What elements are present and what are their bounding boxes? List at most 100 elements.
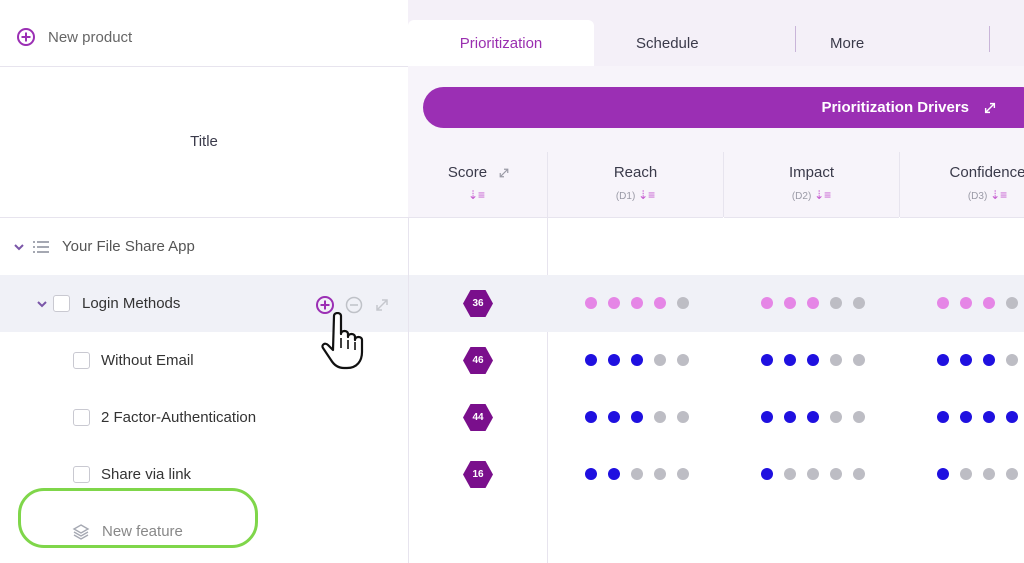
rating-dot[interactable] bbox=[631, 297, 643, 309]
rating-dot[interactable] bbox=[677, 468, 689, 480]
expand-icon[interactable] bbox=[983, 101, 997, 115]
sort-icon[interactable]: ⇣≡ bbox=[990, 188, 1007, 202]
rating-dot[interactable] bbox=[761, 411, 773, 423]
rating-dot[interactable] bbox=[631, 468, 643, 480]
rating-impact[interactable] bbox=[761, 354, 865, 366]
rating-dot[interactable] bbox=[983, 468, 995, 480]
rating-dot[interactable] bbox=[677, 411, 689, 423]
rating-dot[interactable] bbox=[937, 468, 949, 480]
rating-dot[interactable] bbox=[830, 411, 842, 423]
column-name: Confidence bbox=[949, 164, 1024, 181]
rating-dot[interactable] bbox=[677, 297, 689, 309]
expand-icon[interactable] bbox=[498, 167, 510, 179]
rating-reach[interactable] bbox=[585, 297, 689, 309]
rating-dot[interactable] bbox=[761, 297, 773, 309]
rating-dot[interactable] bbox=[983, 354, 995, 366]
rating-dot[interactable] bbox=[761, 354, 773, 366]
rating-dot[interactable] bbox=[585, 411, 597, 423]
prioritization-drivers-bar[interactable]: Prioritization Drivers bbox=[423, 87, 1024, 128]
rating-confidence[interactable] bbox=[937, 411, 1024, 423]
rating-dot[interactable] bbox=[654, 468, 666, 480]
rating-dot[interactable] bbox=[677, 354, 689, 366]
rating-dot[interactable] bbox=[960, 468, 972, 480]
column-header-impact[interactable]: Impact (D2) ⇣≡ bbox=[724, 152, 899, 218]
tab-label: Prioritization bbox=[459, 34, 543, 52]
column-header-reach[interactable]: Reach (D1) ⇣≡ bbox=[548, 152, 723, 218]
rating-dot[interactable] bbox=[784, 411, 796, 423]
rating-dot[interactable] bbox=[983, 297, 995, 309]
row-checkbox[interactable] bbox=[73, 409, 90, 426]
rating-dot[interactable] bbox=[830, 354, 842, 366]
column-header-score[interactable]: Score ⇣≡ bbox=[408, 152, 547, 218]
rating-dot[interactable] bbox=[608, 411, 620, 423]
rating-confidence[interactable] bbox=[937, 297, 1024, 309]
sort-icon[interactable]: ⇣≡ bbox=[814, 188, 831, 202]
drivers-bar-label: Prioritization Drivers bbox=[821, 99, 969, 116]
expand-icon[interactable] bbox=[374, 297, 390, 313]
rating-dot[interactable] bbox=[960, 354, 972, 366]
rating-dot[interactable] bbox=[960, 297, 972, 309]
sort-icon[interactable]: ⇣≡ bbox=[468, 188, 485, 202]
rating-dot[interactable] bbox=[784, 468, 796, 480]
rating-dot[interactable] bbox=[853, 411, 865, 423]
rating-dot[interactable] bbox=[853, 354, 865, 366]
rating-dot[interactable] bbox=[1006, 354, 1018, 366]
group-row[interactable]: Your File Share App bbox=[0, 218, 408, 275]
rating-dot[interactable] bbox=[807, 297, 819, 309]
column-header-confidence[interactable]: Confidence (D3) ⇣≡ bbox=[900, 152, 1024, 218]
rating-dot[interactable] bbox=[937, 411, 949, 423]
rating-impact[interactable] bbox=[761, 468, 865, 480]
chevron-down-icon[interactable] bbox=[13, 241, 25, 253]
rating-dot[interactable] bbox=[937, 297, 949, 309]
rating-dot[interactable] bbox=[585, 354, 597, 366]
rating-dot[interactable] bbox=[631, 411, 643, 423]
rating-dot[interactable] bbox=[830, 297, 842, 309]
row-checkbox[interactable] bbox=[73, 466, 90, 483]
rating-dot[interactable] bbox=[960, 411, 972, 423]
rating-confidence[interactable] bbox=[937, 354, 1024, 366]
list-item[interactable]: 2 Factor-Authentication bbox=[0, 389, 408, 446]
rating-dot[interactable] bbox=[830, 468, 842, 480]
rating-dot[interactable] bbox=[585, 468, 597, 480]
tab-prioritization[interactable]: Prioritization bbox=[408, 20, 594, 66]
tab-divider bbox=[989, 26, 990, 52]
item-label: 2 Factor-Authentication bbox=[101, 409, 257, 426]
rating-dot[interactable] bbox=[1006, 411, 1018, 423]
rating-dot[interactable] bbox=[937, 354, 949, 366]
rating-dot[interactable] bbox=[654, 411, 666, 423]
row-checkbox[interactable] bbox=[53, 295, 70, 312]
rating-dot[interactable] bbox=[1006, 468, 1018, 480]
rating-dot[interactable] bbox=[807, 411, 819, 423]
row-checkbox[interactable] bbox=[73, 352, 90, 369]
rating-dot[interactable] bbox=[1006, 297, 1018, 309]
rating-dot[interactable] bbox=[608, 354, 620, 366]
rating-dot[interactable] bbox=[853, 468, 865, 480]
rating-dot[interactable] bbox=[784, 297, 796, 309]
item-label: Login Methods bbox=[82, 295, 181, 312]
rating-dot[interactable] bbox=[631, 354, 643, 366]
tab-schedule[interactable]: Schedule bbox=[636, 20, 699, 66]
rating-dot[interactable] bbox=[983, 411, 995, 423]
rating-dot[interactable] bbox=[608, 297, 620, 309]
sort-icon[interactable]: ⇣≡ bbox=[638, 188, 655, 202]
column-sub: (D3) bbox=[967, 191, 988, 202]
rating-dot[interactable] bbox=[853, 297, 865, 309]
tab-more[interactable]: More bbox=[830, 20, 864, 66]
rating-impact[interactable] bbox=[761, 411, 865, 423]
rating-reach[interactable] bbox=[585, 411, 689, 423]
rating-confidence[interactable] bbox=[937, 468, 1024, 480]
rating-reach[interactable] bbox=[585, 468, 689, 480]
rating-dot[interactable] bbox=[608, 468, 620, 480]
rating-dot[interactable] bbox=[761, 468, 773, 480]
rating-impact[interactable] bbox=[761, 297, 865, 309]
list-icon bbox=[33, 240, 49, 253]
rating-dot[interactable] bbox=[784, 354, 796, 366]
rating-dot[interactable] bbox=[654, 297, 666, 309]
rating-dot[interactable] bbox=[585, 297, 597, 309]
new-product-button[interactable]: New product bbox=[16, 27, 132, 47]
rating-dot[interactable] bbox=[654, 354, 666, 366]
rating-reach[interactable] bbox=[585, 354, 689, 366]
rating-dot[interactable] bbox=[807, 354, 819, 366]
chevron-down-icon[interactable] bbox=[36, 298, 48, 310]
rating-dot[interactable] bbox=[807, 468, 819, 480]
